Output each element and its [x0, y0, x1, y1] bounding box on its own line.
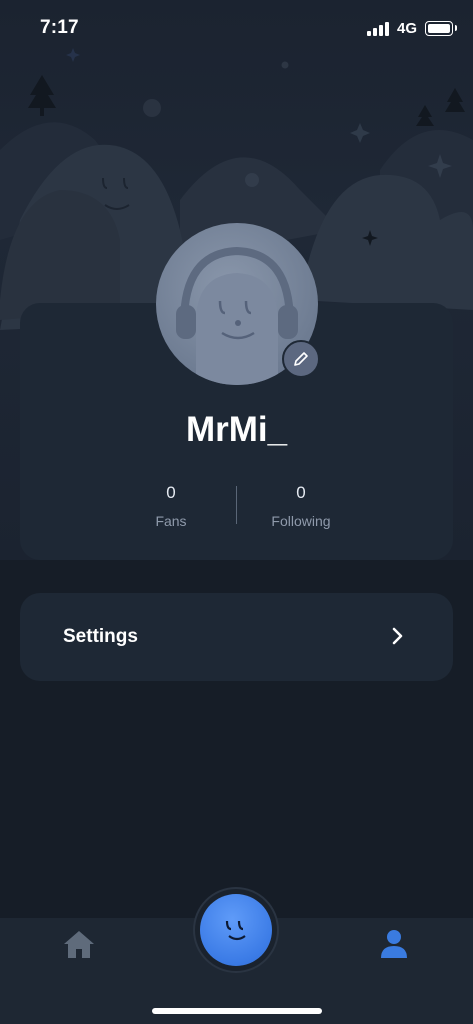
cellular-signal-icon [366, 21, 389, 36]
following-label: Following [271, 513, 331, 529]
following-count: 0 [296, 483, 306, 502]
status-bar: 7:17 4G [0, 0, 473, 58]
settings-label: Settings [63, 626, 138, 647]
edit-avatar-button[interactable] [282, 340, 320, 378]
fans-count: 0 [166, 483, 176, 502]
center-mood-button[interactable] [200, 894, 272, 966]
username: MrMi_ [185, 410, 288, 449]
home-icon[interactable] [62, 928, 96, 960]
status-time: 7:17 [40, 17, 79, 38]
home-indicator [152, 1008, 322, 1014]
settings-row[interactable]: Settings [20, 593, 453, 681]
profile-icon[interactable] [378, 928, 410, 960]
network-type: 4G [396, 20, 417, 37]
smiley-face-icon [225, 920, 246, 941]
pencil-icon [294, 352, 308, 366]
stat-divider [236, 486, 237, 524]
chevron-right-icon [392, 627, 403, 645]
fans-label: Fans [155, 513, 187, 529]
battery-icon [425, 21, 457, 36]
stat-following[interactable]: 0 Following [241, 483, 361, 529]
status-indicators: 4G [366, 20, 457, 37]
stat-fans[interactable]: 0 Fans [111, 483, 231, 529]
